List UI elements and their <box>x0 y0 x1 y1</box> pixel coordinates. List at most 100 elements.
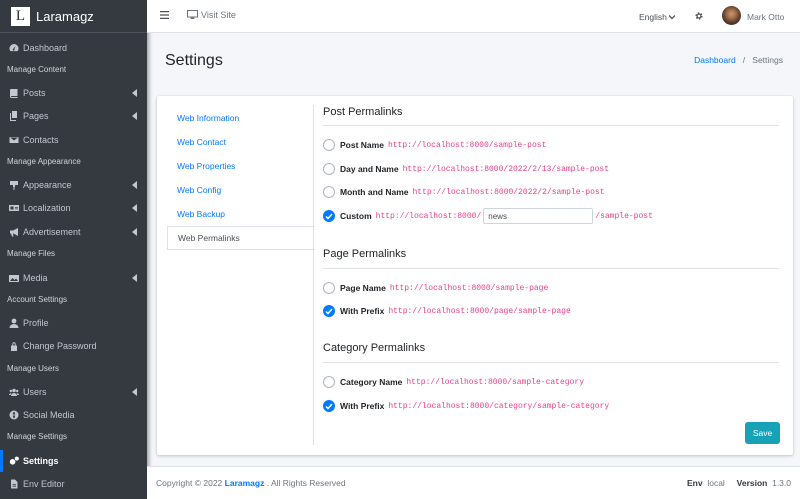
version-value: 1.3.0 <box>772 478 791 488</box>
sidebar-item-localization[interactable]: Localization <box>0 197 147 219</box>
sidebar-label-dashboard: Dashboard <box>23 43 68 53</box>
nav-header-settings: Manage Settings <box>7 432 68 441</box>
dashboard-icon <box>8 43 20 53</box>
sidebar-item-users[interactable]: Users <box>0 381 147 403</box>
radio-label: Month and Name <box>340 187 409 197</box>
radio-category-name[interactable]: Category Name http://localhost:8000/samp… <box>323 375 584 389</box>
tab-web-config[interactable]: Web Config <box>167 178 315 202</box>
custom-permalink-input[interactable] <box>483 208 594 224</box>
radio-page-with-prefix[interactable]: With Prefix http://localhost:8000/page/s… <box>323 304 571 318</box>
chevron-left-icon <box>132 388 138 396</box>
top-navbar: Visit Site English Mark Otto <box>147 0 800 33</box>
divider <box>323 362 779 363</box>
tab-web-permalinks[interactable]: Web Permalinks <box>167 226 315 250</box>
radio-post-name[interactable]: Post Name http://localhost:8000/sample-p… <box>323 138 546 152</box>
sidebar-item-posts[interactable]: Posts <box>0 82 147 104</box>
divider <box>323 125 779 126</box>
tab-web-backup[interactable]: Web Backup <box>167 202 315 226</box>
chevron-left-icon <box>132 181 138 189</box>
nav-header-appearance: Manage Appearance <box>7 157 81 166</box>
sidebar-item-env-editor[interactable]: Env Editor <box>0 473 147 495</box>
globe-icon <box>8 410 20 420</box>
paint-brush-icon <box>8 180 20 190</box>
sidebar-label-localization: Localization <box>23 203 71 213</box>
user-name[interactable]: Mark Otto <box>747 12 784 22</box>
nav-header-content: Manage Content <box>7 65 67 74</box>
sidebar-label-appearance: Appearance <box>23 180 72 190</box>
radio-month-and-name[interactable]: Month and Name http://localhost:8000/202… <box>323 185 605 199</box>
visit-site-link[interactable]: Visit Site <box>187 10 236 20</box>
sidebar-label-contacts: Contacts <box>23 135 59 145</box>
sidebar-item-profile[interactable]: Profile <box>0 312 147 334</box>
breadcrumb: Dashboard / Settings <box>694 55 783 65</box>
radio-button[interactable] <box>323 163 335 175</box>
sidebar-item-dashboard[interactable]: Dashboard <box>0 37 147 59</box>
divider <box>323 268 779 269</box>
save-button[interactable]: Save <box>745 422 780 444</box>
brand-link[interactable]: L Laramagz <box>0 0 147 33</box>
radio-button[interactable] <box>323 186 335 198</box>
breadcrumb-current: Settings <box>752 55 783 65</box>
radio-label: With Prefix <box>340 306 385 316</box>
radio-day-and-name[interactable]: Day and Name http://localhost:8000/2022/… <box>323 162 609 176</box>
tab-web-properties[interactable]: Web Properties <box>167 154 315 178</box>
lock-icon <box>8 341 20 351</box>
sidebar-item-media[interactable]: Media <box>0 267 147 289</box>
photo-video-icon <box>8 273 20 283</box>
permalink-example: http://localhost:8000/sample-category <box>406 377 584 387</box>
footer-brand-link[interactable]: Laramagz <box>225 478 265 488</box>
nav-header-users: Manage Users <box>7 364 60 373</box>
bullhorn-icon <box>8 227 20 237</box>
check-icon <box>325 403 333 410</box>
radio-label: With Prefix <box>340 401 385 411</box>
radio-button-checked[interactable] <box>323 400 335 412</box>
book-icon <box>8 88 20 98</box>
sidebar-label-advertisement: Advertisement <box>23 227 81 237</box>
radio-label: Page Name <box>340 283 386 293</box>
language-dropdown[interactable]: English <box>639 12 675 22</box>
menu-toggle-icon[interactable] <box>160 11 169 19</box>
user-icon <box>8 318 20 328</box>
category-permalinks-title: Category Permalinks <box>323 342 426 354</box>
brand-name: Laramagz <box>36 8 94 24</box>
radio-button[interactable] <box>323 282 335 294</box>
env-label: Env <box>687 478 703 488</box>
env-version-info: Env local Version 1.3.0 <box>687 478 791 488</box>
sidebar-label-change-password: Change Password <box>23 341 97 351</box>
language-icon <box>8 203 20 213</box>
post-permalinks-title: Post Permalinks <box>323 106 403 118</box>
radio-label: Category Name <box>340 377 403 387</box>
radio-page-name[interactable]: Page Name http://localhost:8000/sample-p… <box>323 281 548 295</box>
chevron-left-icon <box>132 89 138 97</box>
radio-button[interactable] <box>323 139 335 151</box>
sidebar-item-settings[interactable]: Settings <box>0 450 147 472</box>
breadcrumb-home-link[interactable]: Dashboard <box>694 55 736 65</box>
radio-category-with-prefix[interactable]: With Prefix http://localhost:8000/catego… <box>323 399 609 413</box>
user-avatar[interactable] <box>722 6 741 25</box>
gear-icon[interactable] <box>694 11 704 21</box>
sidebar-item-appearance[interactable]: Appearance <box>0 174 147 196</box>
radio-label: Custom <box>340 211 372 221</box>
radio-button-checked[interactable] <box>323 210 335 222</box>
chevron-down-icon <box>668 14 675 19</box>
breadcrumb-separator: / <box>742 55 746 65</box>
radio-button-checked[interactable] <box>323 305 335 317</box>
sidebar-item-advertisement[interactable]: Advertisement <box>0 221 147 243</box>
page-permalinks-title: Page Permalinks <box>323 248 407 260</box>
sidebar-item-social-media[interactable]: Social Media <box>0 404 147 426</box>
radio-label: Day and Name <box>340 164 399 174</box>
tab-web-contact[interactable]: Web Contact <box>167 130 315 154</box>
sidebar-label-posts: Posts <box>23 88 46 98</box>
radio-custom[interactable]: Custom http://localhost:8000/ /sample-po… <box>323 208 653 224</box>
sidebar-label-media: Media <box>23 273 48 283</box>
radio-button[interactable] <box>323 376 335 388</box>
permalink-example: http://localhost:8000/2022/2/sample-post <box>412 187 605 197</box>
active-indicator <box>0 450 3 472</box>
sidebar-item-pages[interactable]: Pages <box>0 105 147 127</box>
chevron-left-icon <box>132 274 138 282</box>
sidebar-label-users: Users <box>23 387 47 397</box>
sidebar-item-change-password[interactable]: Change Password <box>0 335 147 357</box>
tab-web-information[interactable]: Web Information <box>167 106 315 130</box>
version-label: Version <box>736 478 768 488</box>
sidebar-item-contacts[interactable]: Contacts <box>0 129 147 151</box>
